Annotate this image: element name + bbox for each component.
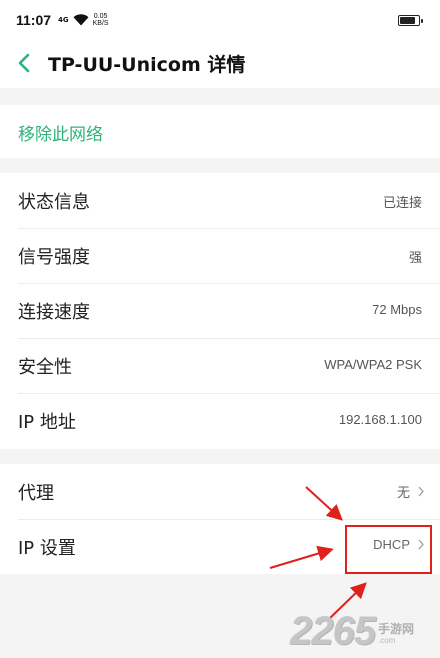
chevron-right-icon bbox=[418, 486, 424, 497]
watermark-suffix: .com bbox=[377, 636, 396, 645]
page-title: TP-UU-Unicom 详情 bbox=[48, 54, 246, 76]
signal-strength-label: 信号强度 bbox=[18, 247, 90, 268]
ip-settings-row[interactable]: IP 设置 DHCP bbox=[0, 519, 440, 574]
chevron-right-icon bbox=[418, 539, 424, 550]
ip-settings-value-group: DHCP bbox=[373, 537, 424, 552]
network-type: 4G bbox=[58, 15, 69, 24]
link-speed-label: 连接速度 bbox=[18, 302, 90, 323]
wifi-icon bbox=[73, 14, 89, 26]
link-speed-row: 连接速度 72 Mbps bbox=[0, 283, 440, 338]
link-speed-value: 72 Mbps bbox=[372, 302, 422, 317]
watermark-number: 2265 bbox=[290, 609, 376, 653]
security-row: 安全性 WPA/WPA2 PSK bbox=[0, 338, 440, 393]
status-value: 已连接 bbox=[382, 196, 422, 211]
advanced-settings-list: 代理 无 IP 设置 DHCP bbox=[0, 464, 440, 574]
security-label: 安全性 bbox=[18, 357, 72, 378]
app-header: TP-UU-Unicom 详情 bbox=[0, 40, 440, 88]
status-time: 11:07 bbox=[16, 12, 52, 28]
proxy-row[interactable]: 代理 无 bbox=[0, 464, 440, 519]
ip-address-row: IP 地址 192.168.1.100 bbox=[0, 393, 440, 448]
ip-address-value: 192.168.1.100 bbox=[338, 412, 422, 427]
proxy-label: 代理 bbox=[18, 483, 54, 504]
speed-value: 0.05 bbox=[93, 13, 108, 20]
back-arrow-icon[interactable] bbox=[16, 52, 32, 74]
status-row: 状态信息 已连接 bbox=[0, 173, 440, 228]
network-speed: 0.05 KB/S bbox=[93, 13, 109, 27]
status-label: 状态信息 bbox=[18, 192, 90, 213]
security-value: WPA/WPA2 PSK bbox=[324, 357, 422, 372]
ip-settings-label: IP 设置 bbox=[18, 538, 76, 559]
proxy-value: 无 bbox=[396, 486, 410, 501]
forget-network-label: 移除此网络 bbox=[18, 125, 103, 145]
watermark-site-name: 手游网 bbox=[377, 622, 414, 636]
signal-strength-value: 强 bbox=[408, 251, 422, 266]
ip-address-label: IP 地址 bbox=[18, 412, 76, 433]
site-watermark: 2265 手游网 .com bbox=[290, 602, 440, 652]
forget-network-button[interactable]: 移除此网络 bbox=[0, 105, 440, 158]
status-bar: 11:07 4G 0.05 KB/S bbox=[0, 0, 440, 40]
battery-icon bbox=[398, 15, 423, 26]
speed-unit: KB/S bbox=[92, 20, 109, 27]
proxy-value-group: 无 bbox=[397, 482, 424, 501]
ip-settings-value: DHCP bbox=[373, 537, 410, 552]
network-info-list: 状态信息 已连接 信号强度 强 连接速度 72 Mbps 安全性 WPA/WPA… bbox=[0, 173, 440, 449]
status-icons: 4G 0.05 KB/S bbox=[58, 12, 109, 28]
watermark-side: 手游网 .com bbox=[378, 622, 414, 646]
signal-strength-row: 信号强度 强 bbox=[0, 228, 440, 283]
